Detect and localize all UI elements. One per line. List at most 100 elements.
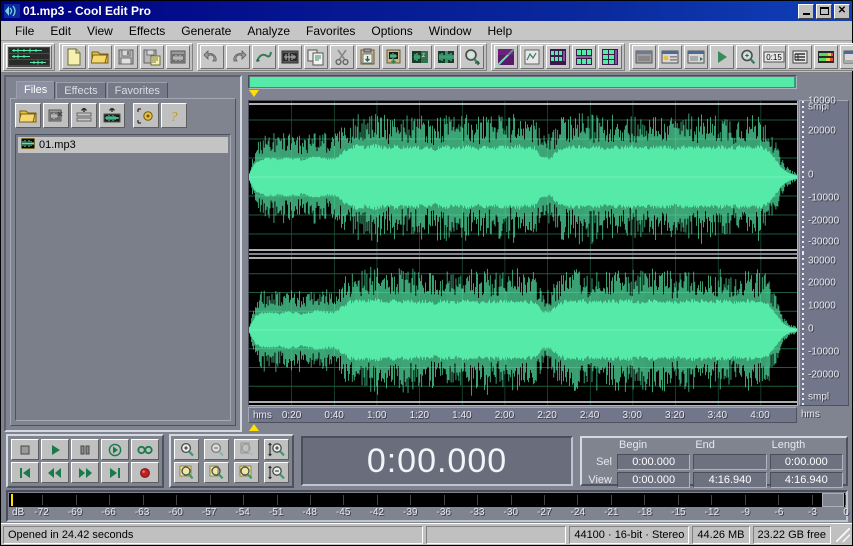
toggle-time-display-button[interactable]: 0:15: [762, 45, 786, 69]
close-button[interactable]: ✕: [834, 4, 850, 19]
vertical-ruler[interactable]: smpl 20000 10000 0 -10000 -20000 -30000 …: [799, 100, 849, 406]
spectral-view-button[interactable]: [494, 45, 518, 69]
view-length-field[interactable]: 4:16.940: [770, 472, 843, 488]
zoom-out-full-button[interactable]: [234, 439, 259, 460]
time-ruler[interactable]: hms 0:200:401:001:201:402:002:202:403:00…: [248, 407, 797, 423]
cut-button[interactable]: [330, 45, 354, 69]
menu-favorites[interactable]: Favorites: [298, 22, 363, 40]
toggle-sel-view-button[interactable]: [736, 45, 760, 69]
insert-into-edit-view-button[interactable]: [99, 103, 125, 128]
delete-selection-button[interactable]: [434, 45, 458, 69]
zoom-in-vertical-button[interactable]: [264, 439, 289, 460]
menu-analyze[interactable]: Analyze: [239, 22, 298, 40]
minimize-button[interactable]: [798, 4, 814, 19]
phase-analysis-button[interactable]: [572, 45, 596, 69]
transport-controls: [6, 434, 164, 488]
zoom-to-selection-button[interactable]: [174, 462, 199, 483]
level-meter-tick-label: -72: [34, 507, 48, 518]
playhead-cursor-bottom-icon[interactable]: [249, 424, 259, 431]
title-bar: 01.mp3 - Cool Edit Pro ✕: [1, 1, 852, 21]
mix-paste-button[interactable]: [382, 45, 406, 69]
time-ruler-tick: 2:20: [537, 410, 556, 421]
channel-left-waveform[interactable]: [249, 101, 797, 253]
open-file-button[interactable]: [88, 45, 112, 69]
loop-play-button[interactable]: [131, 439, 159, 460]
close-file-button[interactable]: [166, 45, 190, 69]
toggle-zoom-panel-button[interactable]: [684, 45, 708, 69]
stop-button[interactable]: [11, 439, 39, 460]
zoom-to-right-edge-button[interactable]: [234, 462, 259, 483]
zoom-to-left-edge-button[interactable]: [204, 462, 229, 483]
menu-generate[interactable]: Generate: [173, 22, 239, 40]
frequency-analysis-button[interactable]: [546, 45, 570, 69]
select-view-button[interactable]: [278, 45, 302, 69]
level-meter[interactable]: dB -72-69-66-63-60-57-54-51-48-45-42-39-…: [6, 490, 848, 522]
paste-button[interactable]: [356, 45, 380, 69]
menu-window[interactable]: Window: [421, 22, 480, 40]
zoom-out-horizontal-button[interactable]: [204, 439, 229, 460]
copy-button[interactable]: [304, 45, 328, 69]
insert-into-multitrack-button[interactable]: [71, 103, 97, 128]
horizontal-scrollbar[interactable]: [248, 75, 797, 89]
help-button[interactable]: ?: [161, 103, 187, 128]
tab-files[interactable]: Files: [16, 81, 55, 99]
menu-options[interactable]: Options: [363, 22, 420, 40]
sel-end-field[interactable]: [693, 454, 766, 470]
menu-file[interactable]: File: [7, 22, 42, 40]
pause-button[interactable]: [71, 439, 99, 460]
file-list[interactable]: 01.mp3: [15, 134, 231, 421]
level-meter-track[interactable]: [9, 493, 845, 507]
scrollbar-thumb[interactable]: [250, 77, 795, 87]
go-to-end-button[interactable]: [101, 462, 129, 483]
toggle-placekeeper-button[interactable]: [788, 45, 812, 69]
toggle-organizer-button[interactable]: [632, 45, 656, 69]
maximize-button[interactable]: [816, 4, 832, 19]
menu-edit[interactable]: Edit: [42, 22, 79, 40]
go-to-beginning-button[interactable]: [11, 462, 39, 483]
statistics-button[interactable]: [598, 45, 622, 69]
repeat-last-button[interactable]: [252, 45, 276, 69]
list-item[interactable]: 01.mp3: [18, 137, 228, 153]
resize-grip[interactable]: [836, 528, 850, 542]
waveform-view-button[interactable]: [520, 45, 544, 69]
menu-effects[interactable]: Effects: [121, 22, 173, 40]
tab-effects[interactable]: Effects: [56, 82, 105, 99]
redo-button[interactable]: [226, 45, 250, 69]
menu-view[interactable]: View: [79, 22, 121, 40]
sel-begin-field[interactable]: 0:00.000: [617, 454, 690, 470]
multitrack-view-button[interactable]: [6, 45, 52, 69]
close-file-organizer-button[interactable]: [43, 103, 69, 128]
sel-length-field[interactable]: 0:00.000: [770, 454, 843, 470]
zoom-out-vertical-button[interactable]: [264, 462, 289, 483]
time-display[interactable]: 0:00.000: [301, 436, 573, 486]
fast-forward-button[interactable]: [71, 462, 99, 483]
tab-favorites[interactable]: Favorites: [107, 82, 168, 99]
open-file-organizer-button[interactable]: [15, 103, 41, 128]
playhead-cursor-top-icon[interactable]: [249, 90, 259, 97]
channel-right-waveform[interactable]: [249, 253, 797, 405]
trim-button[interactable]: z: [408, 45, 432, 69]
bottom-cursor-track[interactable]: [248, 423, 797, 432]
record-button[interactable]: [131, 462, 159, 483]
zoom-in-horizontal-button[interactable]: [174, 439, 199, 460]
play-button[interactable]: [41, 439, 69, 460]
undo-button[interactable]: [200, 45, 224, 69]
toggle-play-controls-button[interactable]: [710, 45, 734, 69]
menu-help[interactable]: Help: [479, 22, 520, 40]
toggle-level-meter-button[interactable]: [814, 45, 838, 69]
level-meter-tick-label: -60: [168, 507, 182, 518]
file-options-button[interactable]: [133, 103, 159, 128]
waveform-canvas[interactable]: [248, 100, 798, 406]
cool-edit-pro-window: 01.mp3 - Cool Edit Pro ✕ File Edit View …: [0, 0, 853, 546]
new-file-button[interactable]: [62, 45, 86, 69]
toggle-status-bar-button[interactable]: [840, 45, 853, 69]
save-file-button[interactable]: [114, 45, 138, 69]
toggle-transport-button[interactable]: [658, 45, 682, 69]
view-end-field[interactable]: 4:16.940: [693, 472, 766, 488]
save-as-button[interactable]: [140, 45, 164, 69]
top-cursor-track[interactable]: [248, 90, 797, 100]
find-button[interactable]: [460, 45, 484, 69]
view-begin-field[interactable]: 0:00.000: [617, 472, 690, 488]
rewind-button[interactable]: [41, 462, 69, 483]
play-to-end-button[interactable]: [101, 439, 129, 460]
